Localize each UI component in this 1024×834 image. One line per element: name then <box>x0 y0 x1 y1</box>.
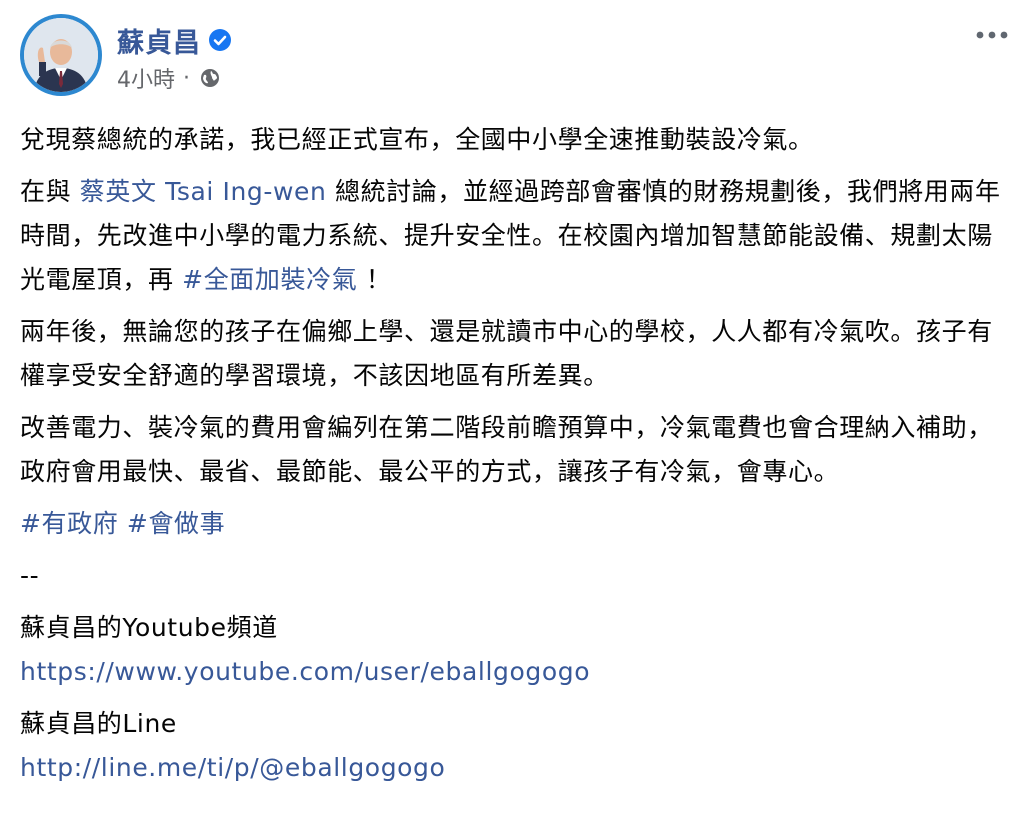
author-row: 蘇貞昌 <box>117 20 231 60</box>
hashtag-government[interactable]: #有政府 <box>20 509 118 538</box>
hashtag-get-things-done[interactable]: #會做事 <box>127 509 225 538</box>
author-block: 蘇貞昌 4小時 · <box>117 20 231 94</box>
line-link-line: http://line.me/ti/p/@eballgogogo <box>20 746 1005 790</box>
paragraph-3: 兩年後，無論您的孩子在偏鄉上學、還是就讀市中心的學校，人人都有冷氣吹。孩子有權享… <box>20 317 993 390</box>
post-header: 蘇貞昌 4小時 · <box>20 14 1010 100</box>
youtube-link-line: https://www.youtube.com/user/eballgogogo <box>20 650 1005 694</box>
paragraph-1: 兌現蔡總統的承諾，我已經正式宣布，全國中小學全速推動裝設冷氣。 <box>20 125 814 154</box>
post-meta: 4小時 · <box>117 62 231 94</box>
youtube-label: 蘇貞昌的Youtube頻道 <box>20 613 278 642</box>
line-label: 蘇貞昌的Line <box>20 709 177 738</box>
line-link[interactable]: http://line.me/ti/p/@eballgogogo <box>20 753 445 782</box>
globe-icon[interactable] <box>200 68 220 88</box>
hashtag-full-ac[interactable]: #全面加裝冷氣 <box>182 265 357 294</box>
author-name[interactable]: 蘇貞昌 <box>117 21 201 60</box>
youtube-link[interactable]: https://www.youtube.com/user/eballgogogo <box>20 657 590 686</box>
verified-badge-icon <box>209 29 231 51</box>
facebook-post: 蘇貞昌 4小時 · 兌現蔡總統的承諾，我已經正式宣布，全國中小學全速推動裝設冷氣… <box>0 0 1024 834</box>
paragraph-2-intro: 在與 <box>20 177 80 206</box>
hashtags-line: #有政府 #會做事 <box>20 502 1005 546</box>
separator: -- <box>20 561 40 590</box>
paragraph-4: 改善電力、裝冷氣的費用會編列在第二階段前瞻預算中，冷氣電費也會合理納入補助，政府… <box>20 413 993 486</box>
more-options-icon <box>976 31 1008 39</box>
more-options-button[interactable] <box>974 20 1010 50</box>
profile-photo <box>24 18 98 92</box>
mention-tsai-ing-wen[interactable]: 蔡英文 Tsai Ing-wen <box>80 177 327 206</box>
author-avatar[interactable] <box>20 14 102 96</box>
paragraph-2-end: ！ <box>357 265 392 294</box>
meta-separator: · <box>183 65 190 91</box>
paragraph-2: 在與 蔡英文 Tsai Ing-wen 總統討論，並經過跨部會審慎的財務規劃後，… <box>20 170 1005 302</box>
post-timestamp[interactable]: 4小時 <box>117 62 175 94</box>
post-body: 兌現蔡總統的承諾，我已經正式宣布，全國中小學全速推動裝設冷氣。 在與 蔡英文 T… <box>20 118 1005 798</box>
